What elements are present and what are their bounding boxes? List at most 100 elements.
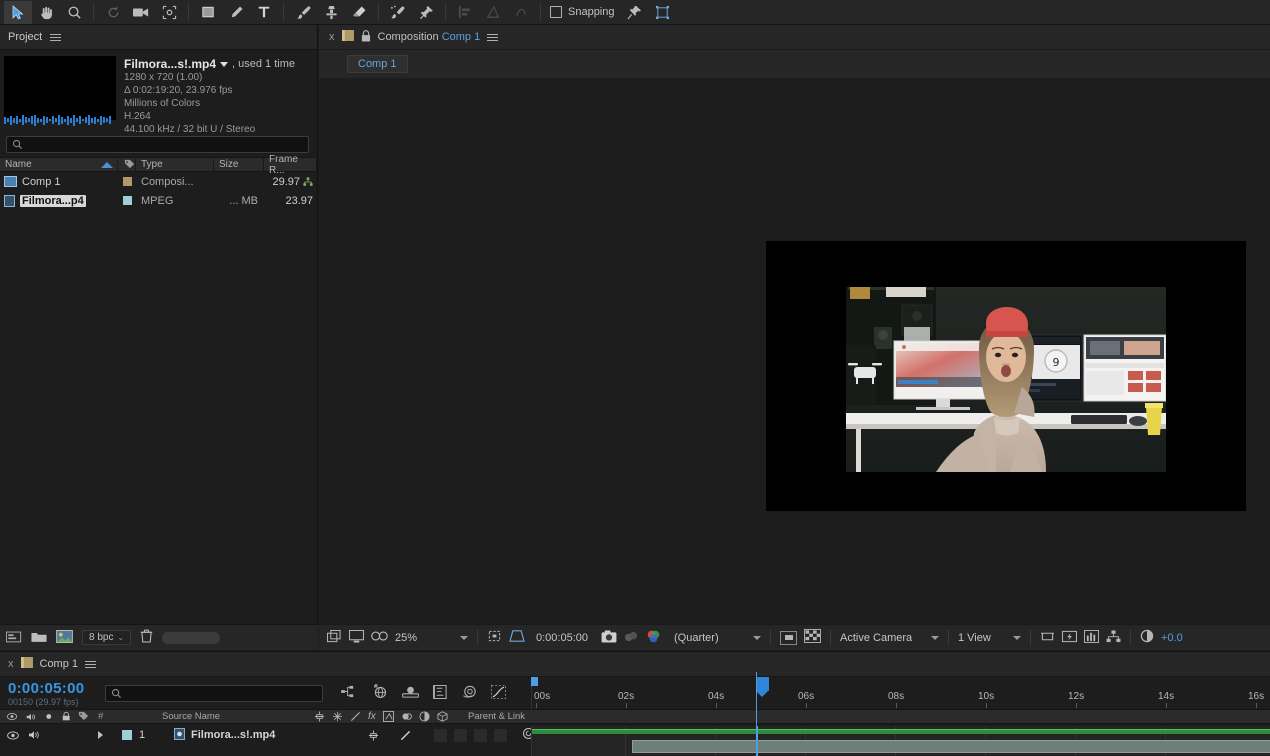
viewer-timecode[interactable]: 0:00:05:00 [536,632,588,644]
layer-switches-cell[interactable] [0,724,70,746]
project-row-name-cell[interactable]: Comp 1 [0,176,118,188]
brush-tool[interactable] [289,1,317,24]
show-snapshot-icon[interactable] [624,630,639,646]
camera-dropdown-icon[interactable] [931,636,939,640]
selection-tool[interactable] [4,1,32,24]
switch-box-3[interactable] [474,729,487,742]
delete-icon[interactable] [140,629,153,646]
always-preview-icon[interactable] [327,630,342,646]
layer-color-swatch[interactable] [122,730,132,740]
exposure-icon[interactable] [1140,629,1154,646]
snapshot-icon[interactable] [601,630,617,646]
transform-box-icon[interactable] [649,1,677,24]
shape-tool[interactable] [194,1,222,24]
graph-editor-icon[interactable] [433,685,448,702]
graph-curve-icon[interactable] [491,685,506,702]
expand-triangle-icon[interactable] [98,731,103,739]
layers-stack-icon[interactable] [462,685,477,702]
3d-glasses-icon[interactable] [371,631,388,645]
display-icon[interactable] [349,630,364,646]
new-composition-icon[interactable] [56,630,73,646]
shy-toggle-icon[interactable] [368,730,379,741]
timeline-graph-icon[interactable] [1084,630,1099,646]
quality-toggle-icon[interactable] [400,730,411,741]
layer-switch-toggles-cell[interactable] [364,724,514,746]
lock-icon[interactable] [361,30,371,45]
zoom-level-value[interactable]: 25% [395,632,453,644]
switch-box-1[interactable] [434,729,447,742]
roto-brush-tool[interactable] [384,1,412,24]
viewer-close-icon[interactable]: x [329,31,335,43]
composition-mini-flowchart-icon[interactable] [341,685,358,701]
layer-label-swatch-cell[interactable] [70,724,96,746]
switch-box-2[interactable] [454,729,467,742]
timeline-close-icon[interactable]: x [8,658,14,670]
timeline-track-area[interactable] [531,726,1270,756]
composition-frame[interactable]: 9 [766,241,1246,511]
align-left-icon[interactable] [451,1,479,24]
project-search-input[interactable] [6,136,309,153]
timeline-search-input[interactable] [105,685,323,702]
work-area-track-bar[interactable] [532,729,1270,734]
viewer-stage[interactable]: 9 [319,78,1270,633]
timeline-menu-icon[interactable] [85,661,96,668]
folder-icon[interactable] [31,630,47,646]
fast-preview-icon[interactable] [1062,630,1077,646]
snap-tool-icon[interactable] [621,1,649,24]
timeline-tab-label[interactable]: Comp 1 [40,658,79,670]
layer-source-name-cell[interactable]: Filmora...s!.mp4 [174,724,364,746]
eye-icon-row[interactable] [7,731,19,740]
project-row-filmora[interactable]: Filmora...p4 MPEG ... MB 23.97 [0,191,317,210]
region-interest-button[interactable] [780,631,797,645]
audio-icon-row[interactable] [28,730,40,740]
column-header-type[interactable]: Type [136,157,214,172]
pen-tool[interactable] [222,1,250,24]
asset-dropdown-icon[interactable] [220,62,228,67]
project-row-comp1[interactable]: Comp 1 Composi... 29.97 [0,172,317,191]
resolution-dropdown-icon[interactable] [753,636,761,640]
clone-stamp-tool[interactable] [317,1,345,24]
playhead-handle[interactable] [756,677,769,691]
3d-renderer-icon[interactable] [372,684,388,702]
eraser-tool[interactable] [345,1,373,24]
project-footer-pill[interactable] [162,632,220,644]
timeline-ruler[interactable]: 00s 02s 04s 06s 08s 10s 12s 14s 16s [531,677,1270,709]
source-name-column-header[interactable]: Source Name [114,709,310,724]
toggle-transparency-icon[interactable] [804,629,821,646]
parent-link-column-header[interactable]: Parent & Link [460,709,1270,724]
zoom-dropdown-icon[interactable] [460,636,468,640]
shape-path-icon[interactable] [507,1,535,24]
views-dropdown-icon[interactable] [1013,636,1021,640]
project-row-swatch[interactable] [118,177,136,186]
new-folder-icon[interactable] [6,630,22,646]
column-header-size[interactable]: Size [214,157,264,172]
viewer-menu-icon[interactable] [487,34,498,41]
snapping-checkbox[interactable] [550,6,562,18]
exposure-value[interactable]: +0.0 [1161,632,1183,644]
sort-ascending-icon[interactable] [101,162,113,168]
column-header-framerate[interactable]: Frame R... [264,157,317,172]
comp-tab-chip[interactable]: Comp 1 [347,55,408,73]
channels-icon[interactable] [646,629,661,646]
column-header-label[interactable] [118,157,136,172]
project-panel-title[interactable]: Project [8,31,42,43]
column-header-name[interactable]: Name [0,157,118,172]
transparency-grid-icon[interactable] [509,629,525,646]
resolution-value[interactable]: (Quarter) [674,632,746,644]
camera-value[interactable]: Active Camera [840,632,924,644]
project-panel-menu-icon[interactable] [50,34,61,41]
bit-depth-button[interactable]: 8 bpc ⌄ [82,630,131,645]
work-area-start-marker[interactable] [531,677,538,686]
snapping-toggle[interactable]: Snapping [550,6,615,18]
region-of-interest-icon[interactable] [487,629,502,646]
camera-tool[interactable] [127,1,155,24]
type-tool[interactable] [250,1,278,24]
timeline-current-time[interactable]: 0:00:05:00 00150 (29.97 fps) [0,680,105,707]
hand-tool[interactable] [32,1,60,24]
layer-expand-cell[interactable] [96,724,114,746]
motion-blur-icon[interactable] [402,685,419,701]
switch-box-4[interactable] [494,729,507,742]
views-value[interactable]: 1 View [958,632,1006,644]
rotation-tool[interactable] [99,1,127,24]
pixel-aspect-icon[interactable] [1040,630,1055,646]
